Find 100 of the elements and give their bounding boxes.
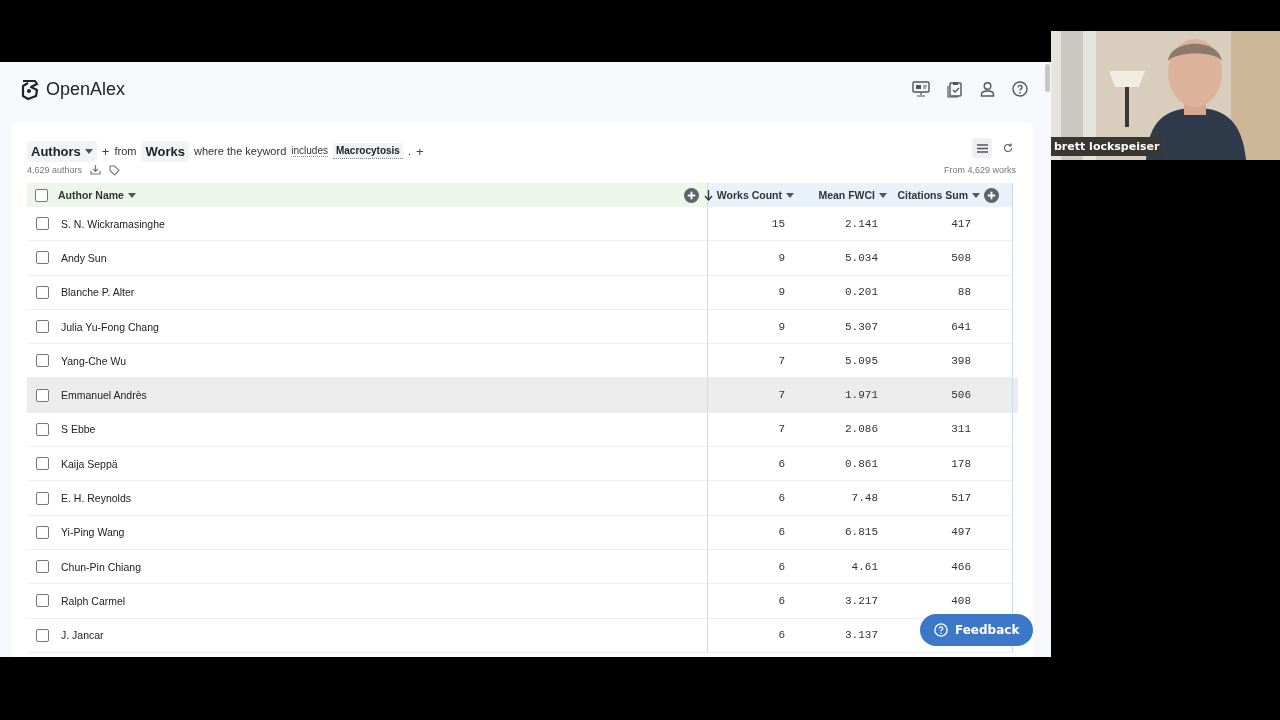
table-cell: 4.61 [851, 560, 878, 573]
help-icon[interactable] [1012, 80, 1028, 97]
table-cell: 6 [778, 560, 785, 573]
keyword-value[interactable]: Macrocytosis [332, 143, 403, 159]
checkbox[interactable] [36, 354, 49, 368]
tag-icon[interactable] [109, 164, 121, 176]
table-cell: 7 [778, 354, 785, 367]
author-name[interactable]: E. H. Reynolds [61, 492, 132, 504]
logo-icon [20, 78, 40, 100]
caret-icon [84, 148, 93, 154]
table-cell: 1.971 [845, 389, 878, 402]
down-arrow-icon [703, 189, 713, 201]
checkbox[interactable] [36, 560, 49, 574]
author-name[interactable]: Ralph Carmel [61, 594, 126, 607]
author-name[interactable]: Yang-Che Wu [61, 354, 126, 367]
period: . [407, 145, 411, 157]
list-icon [976, 143, 988, 153]
add-column-icon[interactable] [984, 187, 999, 203]
caret-icon [127, 192, 136, 198]
checkbox[interactable] [36, 422, 49, 436]
table-cell: 0.201 [845, 286, 878, 299]
checkbox[interactable] [36, 628, 49, 642]
source-count: From 4,629 works [943, 165, 1016, 175]
author-name[interactable]: Julia Yu-Fong Chang [61, 320, 159, 333]
participant-name: brett lockspeiser [1051, 137, 1163, 156]
table-cell: 15 [771, 217, 785, 230]
checkbox[interactable] [36, 251, 49, 265]
table-cell: 7 [778, 423, 785, 436]
caret-icon [786, 192, 794, 198]
checkbox[interactable] [36, 285, 49, 299]
query-text: where the keyword [193, 145, 287, 157]
author-name[interactable]: J. Jancar [61, 629, 104, 642]
brand-name[interactable]: OpenAlex [46, 78, 126, 100]
table-cell: 506 [951, 389, 971, 402]
author-name[interactable]: S. N. Wickramasinghe [61, 217, 165, 230]
checkbox[interactable] [36, 491, 49, 505]
caret-icon [879, 192, 887, 198]
feedback-button[interactable]: Feedback [920, 614, 1034, 646]
table-cell: 508 [951, 251, 971, 264]
table-cell: 178 [951, 457, 971, 470]
table-cell: 417 [951, 217, 971, 230]
result-count: 4,629 authors [27, 165, 83, 175]
checkbox[interactable] [36, 217, 49, 231]
table-cell: 517 [951, 492, 971, 504]
help-icon [934, 623, 948, 637]
table-cell: 398 [951, 354, 971, 367]
table-cell: 7 [778, 389, 785, 402]
column-header[interactable]: Works Count [703, 189, 794, 201]
add-symbol[interactable]: + [101, 143, 110, 159]
table-cell: 6.815 [845, 526, 878, 539]
refresh-icon [1003, 143, 1013, 153]
operator-selector[interactable]: includes [291, 145, 328, 157]
table-cell: 2.141 [845, 217, 878, 230]
table-cell: 6 [778, 594, 785, 607]
add-symbol[interactable]: + [415, 143, 424, 159]
table-cell: 466 [951, 560, 971, 573]
author-name[interactable]: Andy Sun [61, 251, 107, 264]
table-cell: 88 [957, 286, 971, 299]
checkbox[interactable] [36, 594, 49, 608]
author-name[interactable]: Chun-Pin Chiang [61, 560, 141, 573]
table-cell: 5.034 [845, 251, 878, 264]
clipboard-check-icon[interactable] [947, 80, 963, 98]
scrollbar[interactable] [1045, 64, 1050, 92]
checkbox[interactable] [36, 457, 49, 471]
author-name[interactable]: Emmanuel Andrès [61, 389, 147, 402]
table-cell: 6 [778, 492, 785, 504]
table-cell: 9 [778, 251, 785, 264]
table-cell: 5.095 [845, 354, 878, 367]
table-cell: 6 [778, 457, 785, 470]
author-name[interactable]: S Ebbe [61, 423, 96, 436]
table-cell: 3.217 [845, 594, 878, 607]
checkbox[interactable] [36, 320, 49, 334]
column-header[interactable]: Author Name [58, 189, 136, 201]
author-name[interactable]: Kaija Seppä [61, 457, 118, 470]
checkbox[interactable] [36, 388, 49, 402]
table-cell: 6 [778, 629, 785, 642]
table-cell: 497 [951, 526, 971, 539]
checkbox[interactable] [35, 188, 48, 202]
person-icon[interactable] [980, 80, 995, 97]
checkbox[interactable] [36, 525, 49, 539]
query-text: from [114, 145, 137, 157]
table-cell: 3.137 [845, 629, 878, 642]
table-cell: 7.48 [851, 492, 878, 504]
author-name[interactable]: Blanche P. Alter [61, 286, 135, 299]
table-cell: 6 [778, 526, 785, 539]
entity-selector[interactable]: Authors [27, 140, 97, 162]
table-cell: 5.307 [845, 320, 878, 333]
table-cell: 311 [951, 423, 971, 436]
download-icon[interactable] [90, 165, 102, 175]
caret-icon [972, 192, 980, 198]
table-cell: 641 [951, 320, 971, 333]
author-name[interactable]: Yi-Ping Wang [61, 526, 125, 539]
add-column-icon[interactable] [684, 187, 699, 203]
list-view-button[interactable] [972, 138, 992, 158]
source-selector[interactable]: Works [141, 140, 189, 162]
table-cell: 0.861 [845, 457, 878, 470]
monitor-icon[interactable] [912, 80, 930, 97]
table-cell: 408 [951, 594, 971, 607]
table-cell: 9 [778, 320, 785, 333]
table-cell: 9 [778, 286, 785, 299]
